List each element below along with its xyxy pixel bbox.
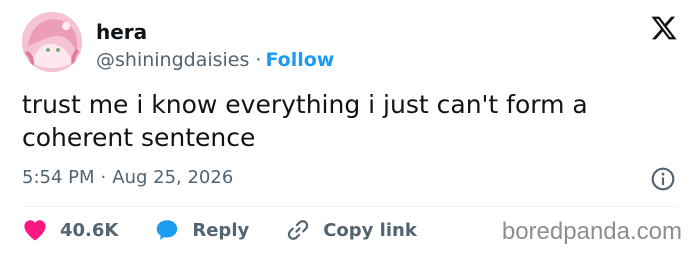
handle-separator: ·: [255, 49, 262, 71]
avatar[interactable]: [22, 12, 82, 72]
info-icon[interactable]: [650, 166, 676, 192]
divider: [22, 206, 678, 207]
x-logo-icon[interactable]: [650, 14, 678, 42]
avatar-illustration: [22, 12, 82, 72]
like-count: 40.6K: [60, 219, 119, 241]
meta-separator: ·: [100, 167, 107, 188]
tweet-time[interactable]: 5:54 PM: [22, 167, 95, 188]
tweet-card: hera @shiningdaisies · Follow trust me i k…: [0, 0, 700, 256]
reply-button[interactable]: Reply: [154, 217, 249, 243]
action-bar: 40.6K Reply Copy link: [22, 214, 417, 246]
tweet-date[interactable]: Aug 25, 2026: [112, 167, 233, 188]
display-name[interactable]: hera: [96, 20, 147, 44]
reply-label: Reply: [192, 219, 250, 241]
tweet-timestamp[interactable]: 5:54 PM · Aug 25, 2026: [22, 166, 233, 190]
user-handle[interactable]: @shiningdaisies: [96, 49, 249, 71]
copy-link-label: Copy link: [323, 219, 417, 241]
handle-row: @shiningdaisies · Follow: [96, 48, 334, 72]
watermark: boredpanda.com: [501, 218, 682, 245]
follow-button[interactable]: Follow: [265, 49, 334, 71]
speech-bubble-icon: [157, 220, 178, 240]
heart-icon: [24, 220, 46, 241]
copy-link-button[interactable]: Copy link: [285, 217, 417, 243]
tweet-text: trust me i know everything i just can't …: [22, 90, 588, 152]
like-button[interactable]: 40.6K: [22, 217, 118, 243]
link-icon: [288, 220, 309, 240]
